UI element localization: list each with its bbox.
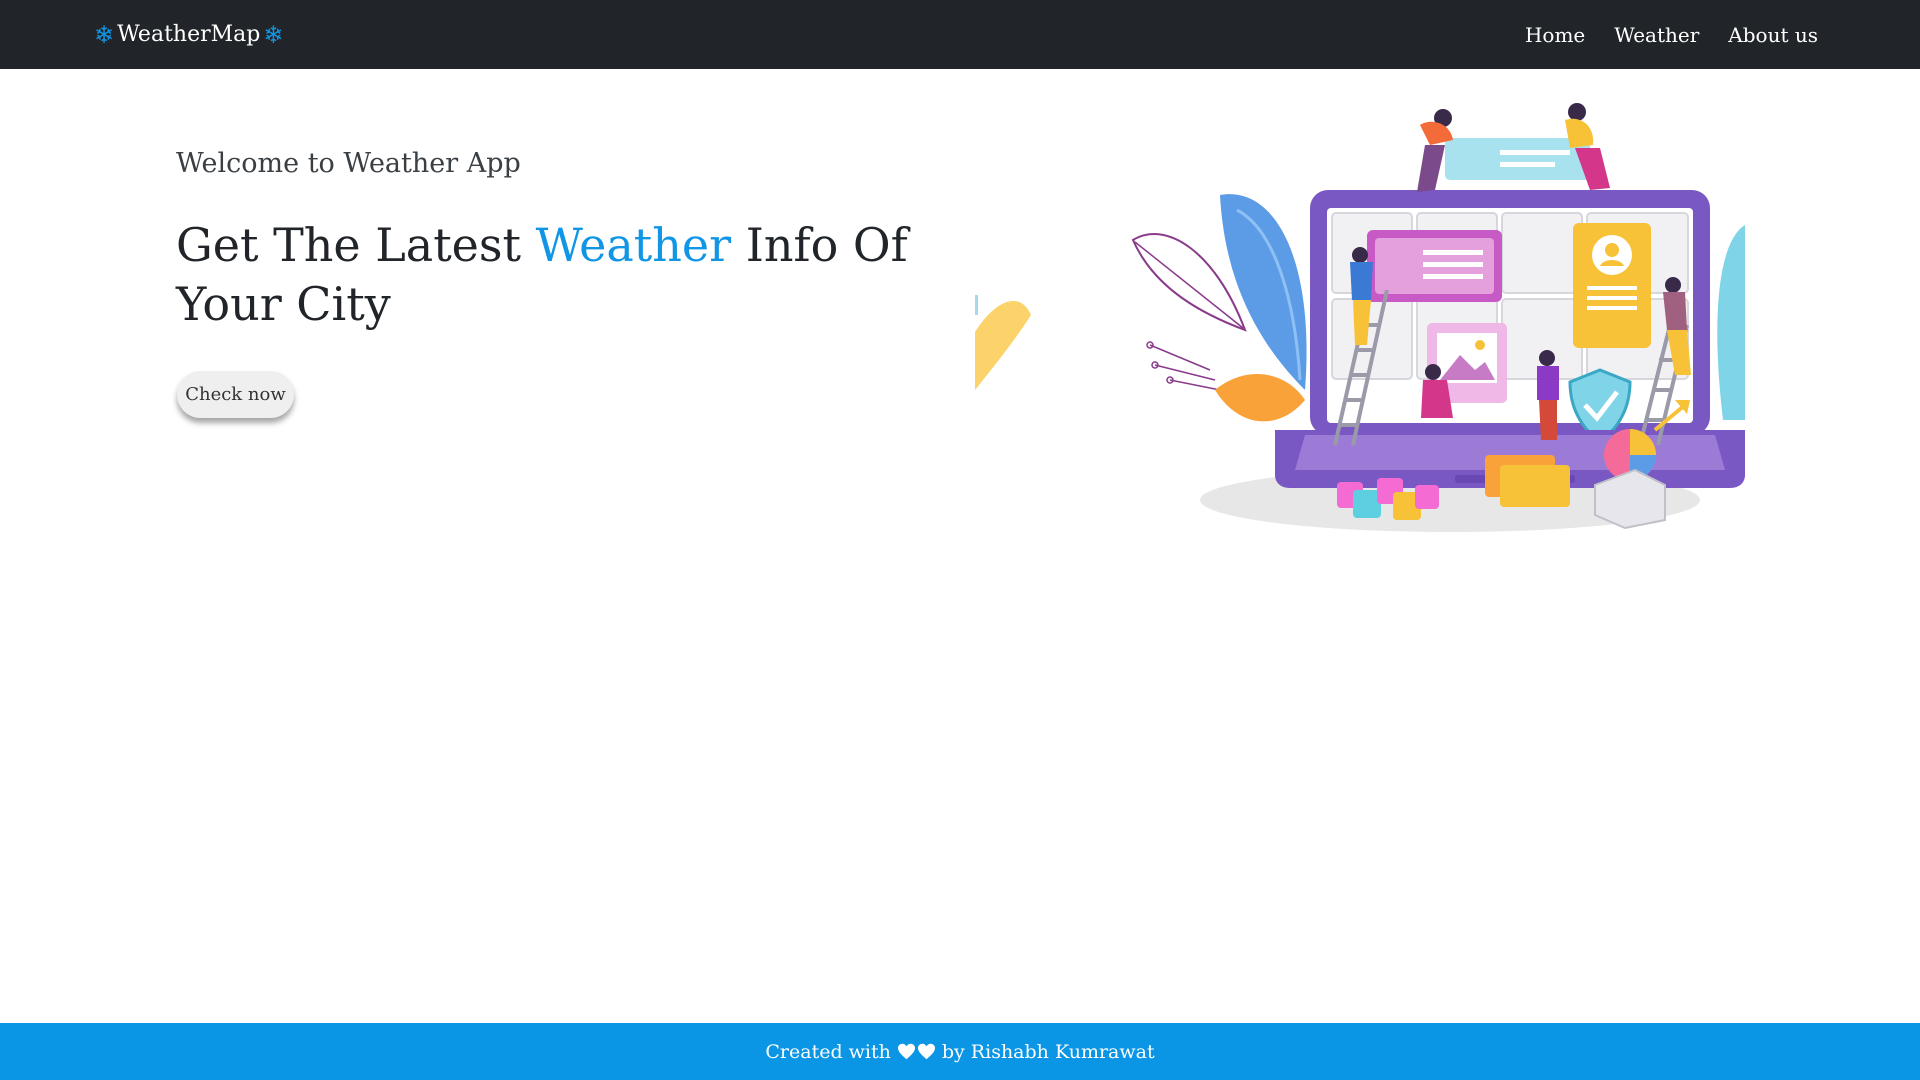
- footer: Created with by Rishabh Kumrawat: [0, 1023, 1920, 1080]
- nav-link-weather[interactable]: Weather: [1614, 23, 1699, 47]
- footer-text-before: Created with: [765, 1040, 891, 1063]
- headline-part-1: Get The Latest: [176, 218, 536, 272]
- hearts: [897, 1043, 936, 1060]
- heart-icon: [917, 1043, 935, 1060]
- footer-text-after: by Rishabh Kumrawat: [941, 1040, 1155, 1063]
- laptop-dashboard-illustration: [975, 103, 1745, 532]
- brand-link[interactable]: ❄ WeatherMap ❄: [94, 0, 283, 69]
- check-now-button[interactable]: Check now: [177, 371, 294, 418]
- heart-icon: [897, 1043, 915, 1060]
- nav-links: Home Weather About us: [1525, 0, 1818, 69]
- nav-link-home[interactable]: Home: [1525, 23, 1585, 47]
- welcome-text: Welcome to Weather App: [176, 148, 521, 179]
- headline-accent: Weather: [535, 218, 732, 272]
- hero-headline: Get The Latest Weather Info Of Your City: [176, 216, 916, 334]
- navbar: ❄ WeatherMap ❄ Home Weather About us: [0, 0, 1920, 69]
- nav-link-about-us[interactable]: About us: [1728, 23, 1818, 47]
- snowflake-icon: ❄: [94, 20, 115, 49]
- snowflake-icon: ❄: [263, 20, 284, 49]
- brand-name: WeatherMap: [117, 22, 261, 47]
